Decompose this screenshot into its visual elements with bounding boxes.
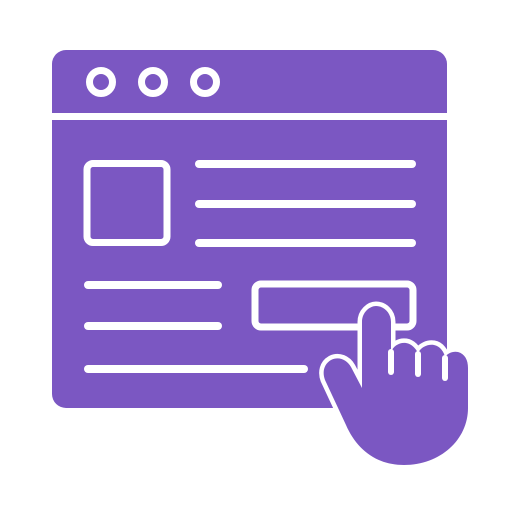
title-bar-divider [52, 113, 447, 120]
browser-window-click-icon [52, 50, 473, 470]
